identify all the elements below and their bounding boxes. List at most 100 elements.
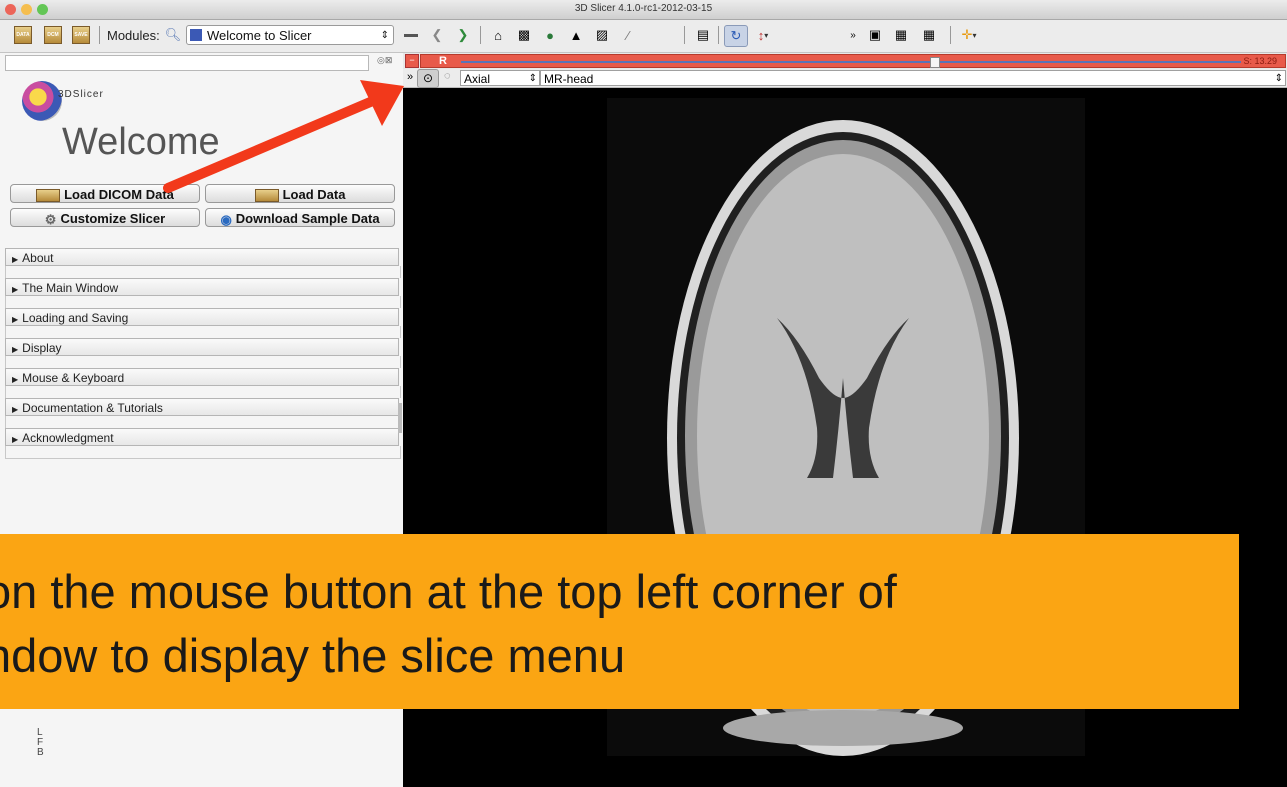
- section-loading-saving[interactable]: ▶ Loading and Saving: [5, 308, 399, 326]
- link-icon: ⊙: [422, 71, 434, 85]
- section-acknowledgment[interactable]: ▶ Acknowledgment: [5, 428, 399, 446]
- mouse-mode-button[interactable]: ↕ ▾: [752, 25, 774, 45]
- module-search-button[interactable]: 🔍︎: [162, 25, 184, 45]
- triangle-right-icon: ▶: [12, 315, 19, 324]
- section-label: Display: [22, 341, 62, 355]
- gear-icon: ⚙: [44, 212, 57, 228]
- title-bar: 3D Slicer 4.1.0-rc1-2012-03-15: [0, 0, 1287, 20]
- home-button[interactable]: ⌂: [487, 25, 509, 45]
- slice-offset-bar: R S: 13.29: [420, 54, 1286, 68]
- dropdown-arrow-icon: ⇕: [1274, 73, 1283, 84]
- data-icon: DATA: [14, 26, 32, 44]
- toolbar-separator: [99, 26, 100, 44]
- toolbar-overflow-button[interactable]: »: [842, 25, 864, 45]
- scene-view-menu-button[interactable]: ▦: [918, 25, 940, 45]
- module-selected-label: Welcome to Slicer: [207, 28, 312, 43]
- section-main-window[interactable]: ▶ The Main Window: [5, 278, 399, 296]
- load-dicom-data-label: Load DICOM Data: [64, 187, 174, 202]
- download-sample-data-label: Download Sample Data: [235, 211, 380, 226]
- section-label: Mouse & Keyboard: [22, 371, 125, 385]
- section-label: Acknowledgment: [22, 431, 114, 445]
- undock-icon[interactable]: ◎⊠: [377, 55, 392, 66]
- models-module-button[interactable]: ▲: [565, 25, 587, 45]
- chevron-down-icon: ▾: [972, 30, 977, 40]
- window-title: 3D Slicer 4.1.0-rc1-2012-03-15: [574, 3, 713, 14]
- slice-slider[interactable]: [461, 61, 1241, 63]
- back-button[interactable]: ❮: [426, 25, 448, 45]
- triangle-right-icon: ▶: [12, 435, 19, 444]
- section-label: About: [22, 251, 54, 265]
- editor-module-button[interactable]: ▨: [591, 25, 613, 45]
- tutorial-caption: on the mouse button at the top left corn…: [0, 534, 1239, 709]
- slice-orientation-select[interactable]: Axial ⇕: [460, 70, 540, 86]
- section-gap: [5, 386, 401, 398]
- double-chevron-icon: »: [850, 29, 856, 41]
- layout-button[interactable]: [400, 25, 422, 45]
- slice-controller: » ⊙ ◌ Axial ⇕ MR-head ⇕: [403, 69, 1287, 88]
- slicer-module-icon: [190, 29, 202, 41]
- section-about[interactable]: ▶ About: [5, 248, 399, 266]
- toolbar-separator: [950, 26, 951, 44]
- transforms-module-button[interactable]: ∕: [617, 25, 639, 45]
- customize-slicer-button[interactable]: ⚙ Customize Slicer: [10, 208, 200, 227]
- forward-button[interactable]: ❯: [452, 25, 474, 45]
- section-label: Loading and Saving: [22, 311, 129, 325]
- eye-icon: ◌: [444, 70, 451, 82]
- triangle-right-icon: ▶: [12, 375, 19, 384]
- back-arrow-icon: ❮: [431, 27, 443, 42]
- toolbar-separator: [718, 26, 719, 44]
- section-mouse-keyboard[interactable]: ▶ Mouse & Keyboard: [5, 368, 399, 386]
- volume-select[interactable]: MR-head ⇕: [540, 70, 1286, 86]
- cube-icon: ▩: [517, 27, 531, 42]
- module-selector[interactable]: Welcome to Slicer ⇕: [186, 25, 394, 45]
- data-module-button[interactable]: ▩: [513, 25, 535, 45]
- triangle-right-icon: ▶: [12, 285, 19, 294]
- orientation-value: Axial: [464, 72, 491, 86]
- download-sample-data-button[interactable]: ◉ Download Sample Data: [205, 208, 395, 227]
- slice-slider-handle[interactable]: [930, 57, 940, 68]
- load-dicom-button[interactable]: DCM: [42, 25, 64, 45]
- scene-view-button[interactable]: ▦: [890, 25, 912, 45]
- chevron-down-icon: ▾: [764, 30, 769, 40]
- triangle-right-icon: ▶: [12, 345, 19, 354]
- rotate-view-button[interactable]: ↻: [724, 25, 748, 47]
- slice-bar: − R S: 13.29: [403, 53, 1287, 69]
- section-gap: [5, 416, 401, 428]
- slice-link-button[interactable]: ⊙: [417, 69, 439, 88]
- dcm-icon: DCM: [44, 26, 62, 44]
- scene-menu-icon: ▦: [922, 27, 936, 42]
- pin-button[interactable]: −: [405, 54, 419, 68]
- section-gap: [5, 326, 401, 338]
- models-icon: ▲: [569, 27, 583, 43]
- crosshair-button[interactable]: ✛ ▾: [958, 25, 980, 45]
- caption-line-2: ndow to display the slice menu: [0, 629, 626, 682]
- screenshot-button[interactable]: ▣: [864, 25, 886, 45]
- save-button[interactable]: SAVE: [70, 25, 92, 45]
- magnifier-icon: 🔍︎: [164, 27, 182, 42]
- section-documentation[interactable]: ▶ Documentation & Tutorials: [5, 398, 399, 416]
- slice-letter: R: [439, 55, 447, 67]
- layout-view-icon: ▤: [696, 27, 710, 42]
- section-gap: [5, 296, 401, 308]
- modules-label: Modules:: [107, 28, 160, 43]
- crosshair-icon: ✛: [961, 27, 973, 42]
- customize-slicer-label: Customize Slicer: [60, 211, 166, 226]
- orientation-marker: L F B: [37, 728, 44, 758]
- panel-scrollbar[interactable]: [398, 403, 402, 433]
- volumes-module-button[interactable]: ●: [539, 25, 561, 45]
- brain-icon: ●: [546, 27, 554, 43]
- section-gap: [5, 266, 401, 278]
- section-display[interactable]: ▶ Display: [5, 338, 399, 356]
- panel-search-field[interactable]: [5, 55, 369, 71]
- dicom-folder-icon: [36, 189, 61, 203]
- layout-view-button[interactable]: ▤: [692, 25, 714, 45]
- main-toolbar: DATA DCM SAVE Modules: 🔍︎ Welcome to Sli…: [0, 20, 1287, 53]
- camera-icon: ▣: [868, 27, 882, 42]
- editor-icon: ▨: [595, 27, 609, 42]
- visibility-button[interactable]: ◌: [444, 70, 451, 82]
- toolbar-separator: [684, 26, 685, 44]
- section-gap: [5, 446, 401, 459]
- toolbar-separator: [480, 26, 481, 44]
- logo-text: 3DSlicer: [58, 89, 104, 100]
- load-data-button[interactable]: DATA: [12, 25, 34, 45]
